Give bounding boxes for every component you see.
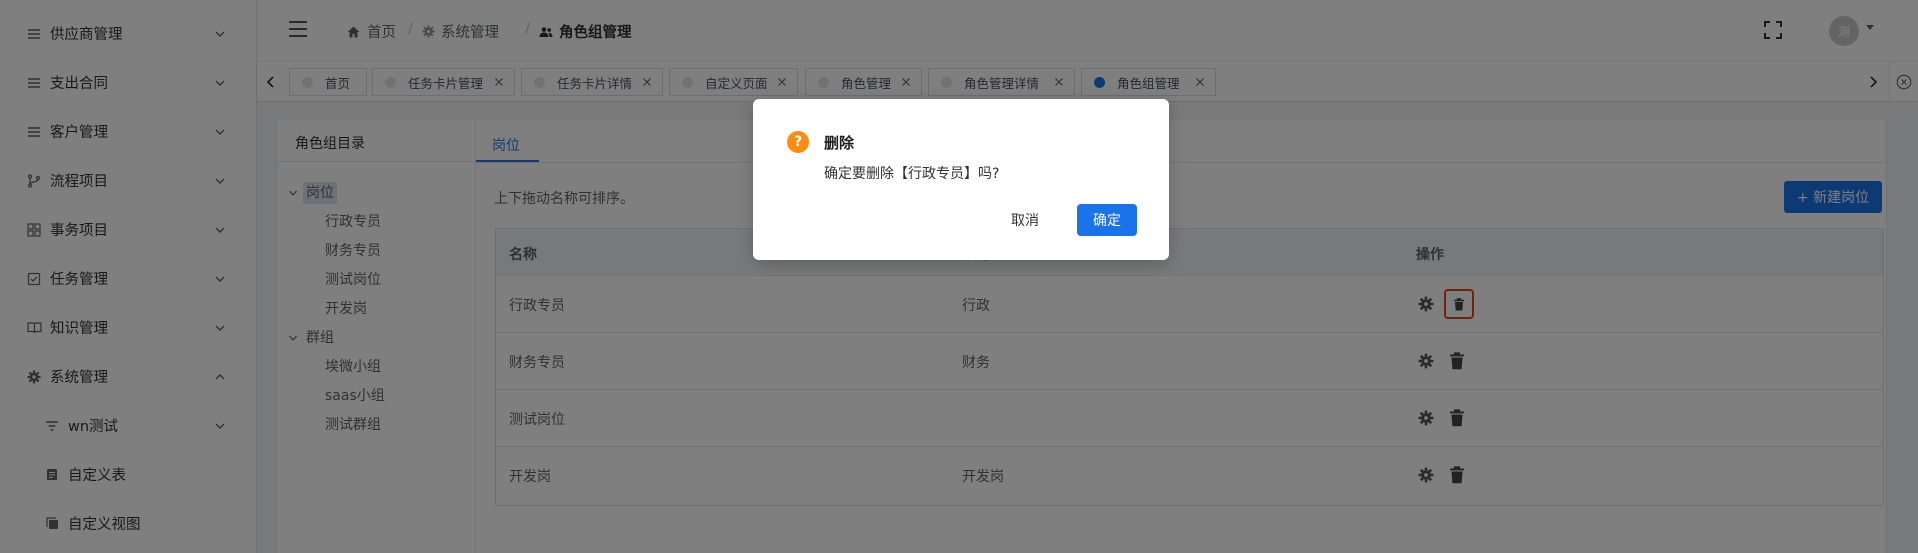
delete-confirm-dialog: ? 删除 确定要删除【行政专员】吗? 取消 确定	[753, 99, 1169, 260]
dialog-title: 删除	[824, 134, 855, 152]
question-icon: ?	[787, 131, 809, 153]
dialog-message: 确定要删除【行政专员】吗?	[824, 166, 1000, 182]
modal-overlay[interactable]	[0, 0, 1918, 553]
confirm-button[interactable]: 确定	[1077, 204, 1137, 236]
cancel-button[interactable]: 取消	[996, 204, 1054, 236]
